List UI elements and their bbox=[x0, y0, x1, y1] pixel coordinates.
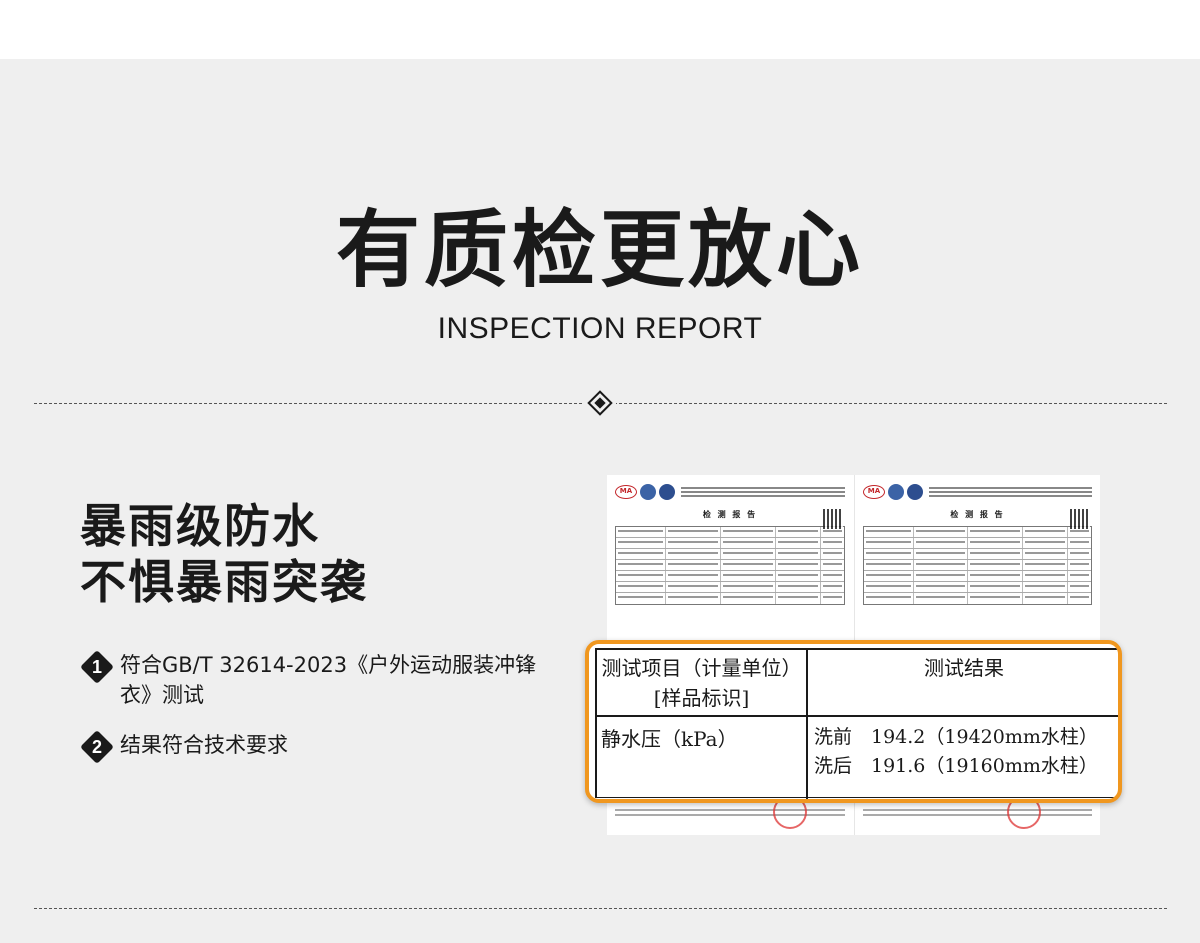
cnas-logo-icon bbox=[659, 484, 675, 500]
report-table bbox=[615, 526, 845, 605]
report-table bbox=[863, 526, 1092, 605]
feature-bullet-1: 1 符合GB/T 32614-2023《户外运动服装冲锋衣》测试 bbox=[80, 650, 540, 710]
callout-result-cell: 洗前 194.2（19420mm水柱） 洗后 191.6（19160mm水柱） bbox=[808, 717, 1118, 799]
report-doc-title: 检 测 报 告 bbox=[950, 510, 1005, 519]
callout-table-edge bbox=[1120, 650, 1122, 800]
ma-logo-icon: MA bbox=[615, 485, 637, 499]
ma-logo-icon: MA bbox=[863, 485, 885, 499]
feature-title: 暴雨级防水 不惧暴雨突袭 bbox=[80, 498, 368, 610]
page-title: 有质检更放心 bbox=[335, 201, 864, 299]
report-doc-title: 检 测 报 告 bbox=[702, 510, 758, 519]
cert-logo-icon bbox=[640, 484, 656, 500]
page-subtitle: INSPECTION REPORT bbox=[437, 312, 763, 345]
feature-bullet-text: 结果符合技术要求 bbox=[120, 733, 288, 757]
number-badge-icon: 1 bbox=[80, 650, 114, 684]
top-white-band bbox=[0, 0, 1200, 59]
result-before-wash: 洗前 194.2（19420mm水柱） bbox=[814, 726, 1098, 748]
feature-bullet-text: 符合GB/T 32614-2023《户外运动服装冲锋衣》测试 bbox=[120, 653, 537, 707]
feature-title-line-1: 暴雨级防水 bbox=[80, 499, 320, 553]
number-badge-icon: 2 bbox=[80, 730, 114, 764]
report-logos: MA bbox=[615, 481, 845, 503]
report-footer bbox=[863, 809, 1092, 819]
report-footer bbox=[615, 809, 845, 819]
qr-code-icon bbox=[1070, 509, 1090, 529]
qr-code-icon bbox=[823, 509, 843, 529]
report-logos: MA bbox=[863, 481, 1092, 503]
callout-item-cell: 静水压（kPa） bbox=[597, 717, 808, 799]
callout-table: 测试项目（计量单位） [样品标识] 测试结果 静水压（kPa） 洗前 194.2… bbox=[595, 648, 1122, 800]
feature-bullet-2: 2 结果符合技术要求 bbox=[80, 730, 540, 764]
cert-logo-icon bbox=[888, 484, 904, 500]
cnas-logo-icon bbox=[907, 484, 923, 500]
callout-header-result: 测试结果 bbox=[808, 650, 1118, 717]
result-after-wash: 洗后 191.6（19160mm水柱） bbox=[814, 755, 1098, 777]
feature-title-line-2: 不惧暴雨突袭 bbox=[80, 555, 368, 609]
divider-bottom bbox=[34, 908, 1167, 909]
callout-header-item: 测试项目（计量单位） [样品标识] bbox=[597, 650, 808, 717]
report-zoom-callout: 测试项目（计量单位） [样品标识] 测试结果 静水压（kPa） 洗前 194.2… bbox=[585, 640, 1122, 803]
